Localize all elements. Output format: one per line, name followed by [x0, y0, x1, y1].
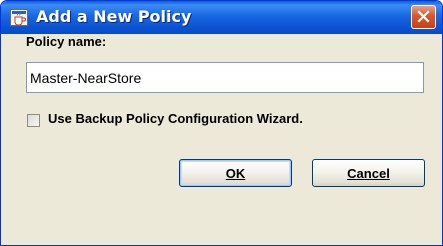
close-button[interactable] — [411, 5, 436, 29]
ok-button[interactable]: OK — [179, 159, 292, 187]
wizard-checkbox[interactable] — [27, 114, 40, 127]
app-icon — [10, 9, 28, 26]
policy-name-label: Policy name: — [26, 34, 107, 49]
cancel-button[interactable]: Cancel — [312, 159, 425, 187]
wizard-checkbox-label[interactable]: Use Backup Policy Configuration Wizard. — [48, 111, 303, 126]
close-icon — [417, 10, 430, 23]
title-bar[interactable]: Add a New Policy — [1, 1, 442, 34]
dialog-title: Add a New Policy — [36, 7, 192, 26]
policy-name-input[interactable] — [26, 62, 424, 93]
add-policy-dialog: Add a New Policy Policy name: Use Backup… — [0, 0, 443, 246]
